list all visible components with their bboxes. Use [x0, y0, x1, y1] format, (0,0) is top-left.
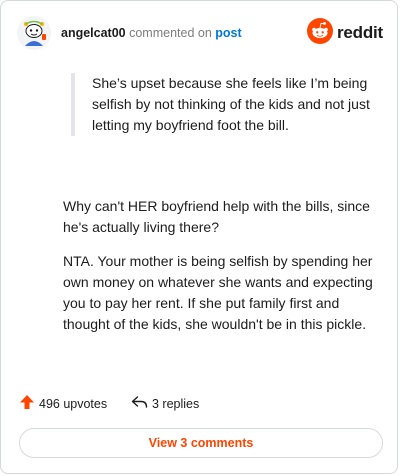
byline: angelcat00 commented on post — [61, 26, 242, 40]
upvote-arrow-icon — [19, 394, 35, 413]
quoted-text: She’s upset because she feels like I’m b… — [71, 73, 371, 136]
comment-header: angelcat00 commented on post reddit — [17, 16, 383, 52]
post-link[interactable]: post — [215, 26, 241, 40]
reddit-logo-icon — [306, 17, 333, 49]
reddit-logo[interactable]: reddit — [306, 17, 383, 49]
upvote-count: 496 upvotes — [39, 396, 108, 411]
replies-count: 3 replies — [152, 396, 200, 411]
commented-on-text: commented on — [129, 26, 212, 40]
comment-paragraph: NTA. Your mother is being selfish by spe… — [63, 253, 373, 332]
comment-card: angelcat00 commented on post reddit She’… — [0, 0, 398, 474]
upvote-button[interactable]: 496 upvotes — [19, 394, 107, 413]
reply-arrow-icon — [131, 394, 148, 413]
username[interactable]: angelcat00 — [61, 26, 126, 40]
comment-paragraph: Why can't HER boyfriend help with the bi… — [63, 198, 370, 235]
avatar[interactable] — [17, 16, 51, 50]
reddit-wordmark: reddit — [336, 23, 383, 42]
view-comments-button[interactable]: View 3 comments — [19, 428, 383, 458]
replies-button[interactable]: 3 replies — [131, 394, 199, 413]
